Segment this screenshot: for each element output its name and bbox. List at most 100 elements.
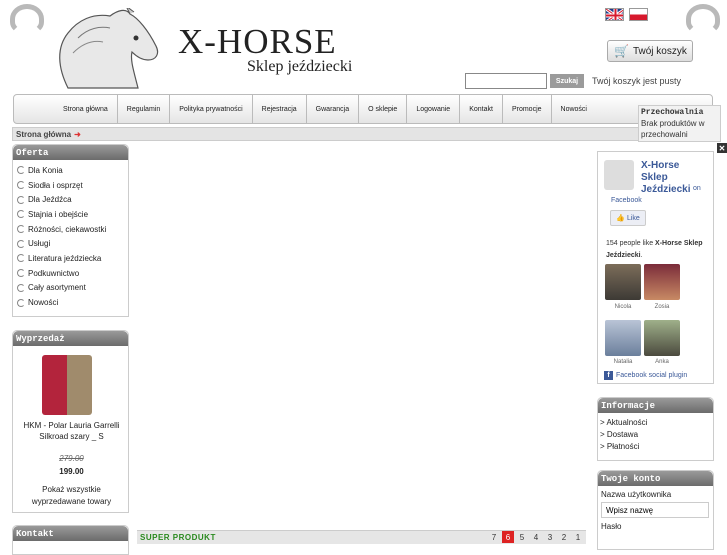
- bullet-circle-icon: [17, 298, 25, 307]
- nav-item-privacy[interactable]: Polityka prywatności: [170, 95, 253, 123]
- fb-like-label: Like: [626, 214, 640, 222]
- breadcrumb-home-link[interactable]: Strona główna: [16, 130, 71, 139]
- sale-title: Wyprzedaż: [13, 331, 128, 346]
- page-link[interactable]: 2: [558, 531, 570, 543]
- fb-person-avatar[interactable]: [605, 320, 641, 356]
- cart-button[interactable]: 🛒 Twój koszyk: [607, 40, 693, 62]
- storage-title: Przechowalnia: [641, 108, 704, 117]
- category-link-all[interactable]: Cały asortyment: [13, 281, 128, 296]
- old-price: 279.00: [59, 454, 84, 463]
- fb-like-button[interactable]: 👍 Like: [610, 210, 646, 226]
- fb-person-avatar[interactable]: [644, 320, 680, 356]
- facebook-icon: f: [604, 371, 613, 380]
- fb-page-avatar[interactable]: [604, 160, 634, 190]
- info-title: Informacje: [598, 398, 713, 413]
- fb-plugin-label: Facebook social plugin: [616, 372, 688, 379]
- category-link[interactable]: Dla Jeźdźca: [13, 192, 128, 207]
- breadcrumb: Strona główna ➜: [12, 127, 712, 141]
- nav-item-regulamin[interactable]: Regulamin: [118, 95, 171, 123]
- bullet-circle-icon: [17, 181, 25, 190]
- info-link-payments[interactable]: > Płatności: [598, 440, 713, 452]
- english-flag-icon[interactable]: [605, 8, 624, 21]
- show-all-sale-link[interactable]: Pokaż wszystkie wyprzedawane towary: [15, 484, 128, 508]
- username-label: Nazwa użytkownika: [601, 490, 672, 499]
- category-label: Dla Jeźdźca: [28, 195, 72, 205]
- info-link-news[interactable]: > Aktualności: [598, 416, 713, 428]
- storage-box: Przechowalnia Brak produktów w przechowa…: [638, 105, 721, 142]
- page-link[interactable]: 4: [530, 531, 542, 543]
- category-link[interactable]: Stajnia i obejście: [13, 207, 128, 222]
- sale-box: Wyprzedaż HKM - Polar Lauria Garrelli Si…: [12, 330, 129, 513]
- nav-item-about[interactable]: O sklepie: [359, 95, 408, 123]
- page-link[interactable]: 1: [572, 531, 584, 543]
- bullet-circle-icon: [17, 283, 25, 292]
- category-label: Siodła i osprzęt: [28, 180, 83, 190]
- page-link[interactable]: 3: [544, 531, 556, 543]
- category-label: Nowości: [28, 298, 59, 308]
- account-title: Twoje konto: [598, 471, 713, 486]
- category-link[interactable]: Dla Konia: [13, 163, 128, 178]
- fb-social-plugin[interactable]: f Facebook social plugin: [604, 371, 687, 380]
- fb-person-name[interactable]: Nicola: [605, 304, 641, 310]
- category-label: Różności, ciekawostki: [28, 224, 107, 234]
- page-link[interactable]: 7: [488, 531, 500, 543]
- search-input[interactable]: [465, 73, 547, 89]
- product-name[interactable]: HKM - Polar Lauria Garrelli Silkroad sza…: [15, 420, 128, 442]
- category-label: Usługi: [28, 239, 51, 249]
- nav-item-contact[interactable]: Kontakt: [460, 95, 503, 123]
- nav-item-login[interactable]: Logowanie: [407, 95, 461, 123]
- category-link[interactable]: Literatura jeździecka: [13, 251, 128, 266]
- category-label: Stajnia i obejście: [28, 209, 89, 219]
- account-box: Twoje konto Nazwa użytkownika Hasło: [597, 470, 714, 550]
- oferta-box: Oferta Dla Konia Siodła i osprzęt Dla Je…: [12, 144, 129, 317]
- search-button[interactable]: Szukaj: [550, 74, 584, 88]
- main-nav: Strona główna Regulamin Polityka prywatn…: [13, 94, 713, 124]
- bullet-circle-icon: [17, 269, 25, 278]
- fb-on-text: on: [693, 185, 701, 192]
- cart-icon: 🛒: [614, 44, 629, 58]
- info-link-delivery[interactable]: > Dostawa: [598, 428, 713, 440]
- close-icon[interactable]: ✕: [717, 143, 727, 153]
- fb-facebook-link[interactable]: Facebook: [611, 197, 642, 204]
- category-link-new[interactable]: Nowości: [13, 295, 128, 310]
- bullet-circle-icon: [17, 225, 25, 234]
- fb-person-name[interactable]: Anka: [644, 359, 680, 365]
- polish-flag-icon[interactable]: [629, 8, 648, 21]
- fb-person-name[interactable]: Natalia: [605, 359, 641, 365]
- category-label: Cały asortyment: [28, 283, 86, 293]
- arrow-right-icon: ➜: [74, 129, 81, 139]
- nav-item-promotions[interactable]: Promocje: [503, 95, 552, 123]
- category-label: Dla Konia: [28, 165, 63, 175]
- brand-subtitle: Sklep jeździecki: [247, 58, 353, 75]
- horse-head-logo[interactable]: [38, 8, 164, 94]
- bullet-circle-icon: [17, 210, 25, 219]
- category-label: Podkuwnictwo: [28, 268, 80, 278]
- fb-person-avatar[interactable]: [644, 264, 680, 300]
- category-link[interactable]: Różności, ciekawostki: [13, 222, 128, 237]
- nav-item-register[interactable]: Rejestracja: [253, 95, 307, 123]
- page-link[interactable]: 5: [516, 531, 528, 543]
- info-box: Informacje > Aktualności > Dostawa > Pła…: [597, 397, 714, 461]
- bullet-circle-icon: [17, 195, 25, 204]
- fb-person-name[interactable]: Zosia: [644, 304, 680, 310]
- category-link[interactable]: Siodła i osprzęt: [13, 178, 128, 193]
- fb-count-text: 154 people like: [606, 240, 654, 247]
- fb-page-name[interactable]: X-Horse Sklep Jeździecki: [641, 160, 701, 196]
- fb-person-avatar[interactable]: [605, 264, 641, 300]
- nav-item-home[interactable]: Strona główna: [54, 95, 118, 123]
- category-label: Literatura jeździecka: [28, 253, 102, 263]
- username-input[interactable]: [601, 502, 709, 518]
- password-label: Hasło: [601, 522, 622, 531]
- header: X-HORSE Sklep jeździecki 🛒 Twój koszyk S…: [0, 0, 727, 92]
- product-image[interactable]: [42, 355, 92, 415]
- category-link[interactable]: Podkuwnictwo: [13, 266, 128, 281]
- category-link[interactable]: Usługi: [13, 236, 128, 251]
- page-link-active[interactable]: 6: [502, 531, 514, 543]
- oferta-title: Oferta: [13, 145, 128, 160]
- nav-item-new[interactable]: Nowości: [552, 95, 596, 123]
- brand-title[interactable]: X-HORSE: [178, 22, 337, 62]
- pager: 7 6 5 4 3 2 1: [488, 531, 584, 543]
- cart-status-text: Twój koszyk jest pusty: [592, 76, 682, 86]
- nav-item-warranty[interactable]: Gwarancja: [307, 95, 360, 123]
- new-price: 199.00: [59, 467, 84, 476]
